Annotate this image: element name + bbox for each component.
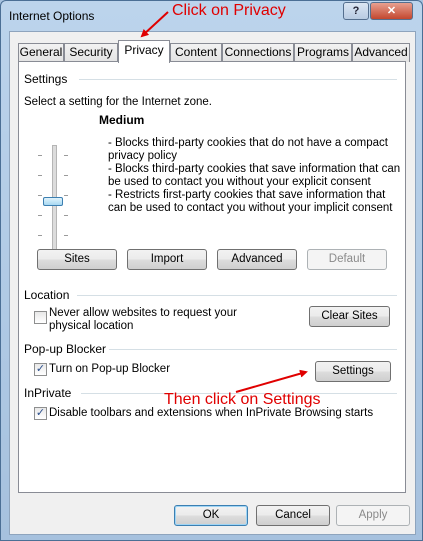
arrow-to-settings-button	[235, 369, 308, 393]
tab-privacy[interactable]: Privacy	[118, 40, 170, 63]
annotation-arrows	[140, 11, 308, 393]
arrow-to-privacy-tab	[140, 11, 169, 38]
